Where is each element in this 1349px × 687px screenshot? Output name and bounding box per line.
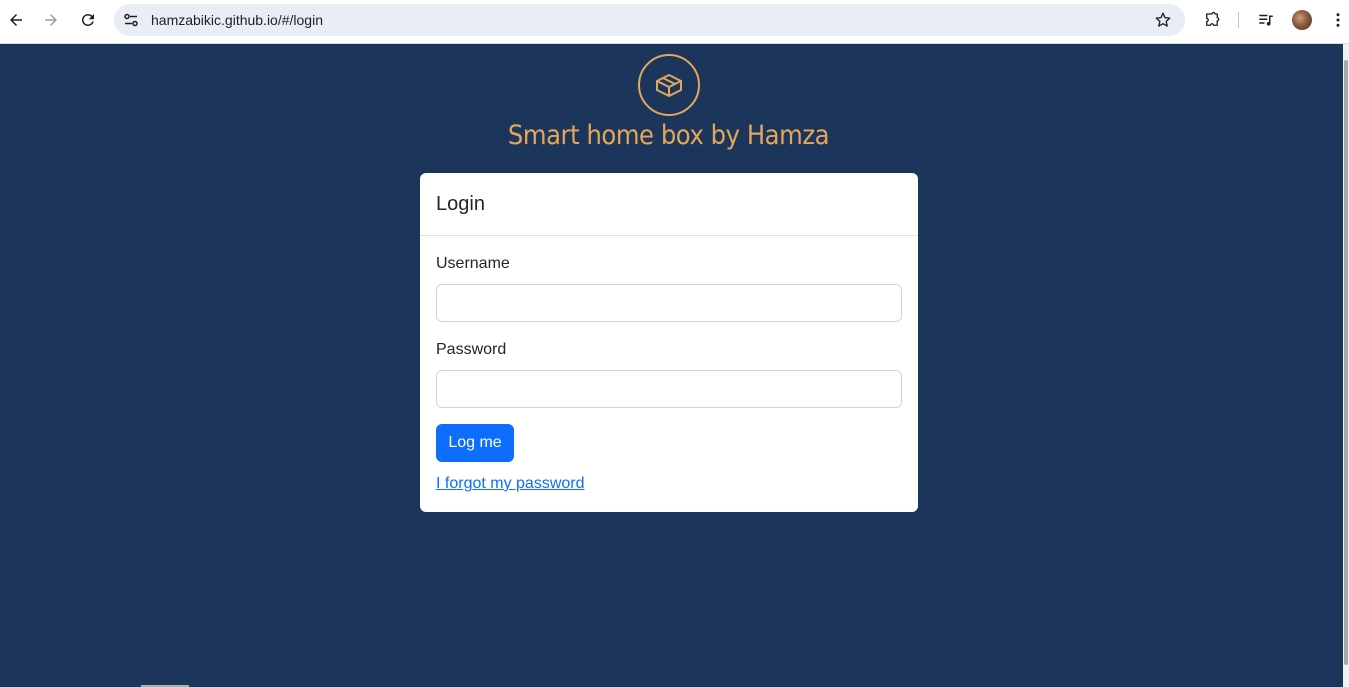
more-vertical-icon	[1336, 13, 1340, 27]
media-controls-button[interactable]	[1250, 6, 1282, 34]
logo	[638, 54, 700, 116]
username-label: Username	[436, 255, 510, 272]
back-button[interactable]	[0, 6, 32, 34]
toolbar-divider	[1238, 12, 1239, 28]
reload-icon	[81, 13, 94, 26]
password-input[interactable]	[436, 370, 902, 408]
browser-menu-button[interactable]	[1322, 6, 1349, 34]
site-info-icon[interactable]	[122, 11, 140, 29]
forward-button[interactable]	[35, 6, 67, 34]
browser-toolbar: hamzabikic.github.io/#/login	[0, 0, 1349, 44]
back-arrow-icon	[10, 14, 22, 26]
username-input[interactable]	[436, 284, 902, 322]
forgot-password-link[interactable]: I forgot my password	[436, 475, 585, 493]
scrollbar-thumb[interactable]	[1344, 60, 1348, 665]
bookmark-star-icon[interactable]	[1153, 10, 1173, 30]
address-bar[interactable]: hamzabikic.github.io/#/login	[114, 4, 1185, 36]
vertical-scrollbar[interactable]	[1343, 44, 1349, 687]
playlist-icon	[1259, 14, 1273, 26]
brand-title: Smart home box by Hamza	[507, 120, 830, 151]
forward-arrow-icon	[45, 14, 57, 26]
profile-avatar[interactable]	[1292, 10, 1312, 30]
extensions-button[interactable]	[1196, 6, 1228, 34]
login-title: Login	[436, 193, 485, 215]
puzzle-icon	[1206, 11, 1220, 26]
reload-button[interactable]	[72, 6, 104, 34]
page-viewport: Smart home box by Hamza Login Username P…	[0, 44, 1343, 687]
login-card: Login Username Password Log me I forgot …	[420, 173, 918, 512]
url-text[interactable]: hamzabikic.github.io/#/login	[151, 12, 323, 28]
card-header: Login	[420, 173, 918, 236]
password-label: Password	[436, 341, 507, 358]
box-icon	[656, 74, 682, 97]
login-button[interactable]: Log me	[436, 424, 514, 462]
